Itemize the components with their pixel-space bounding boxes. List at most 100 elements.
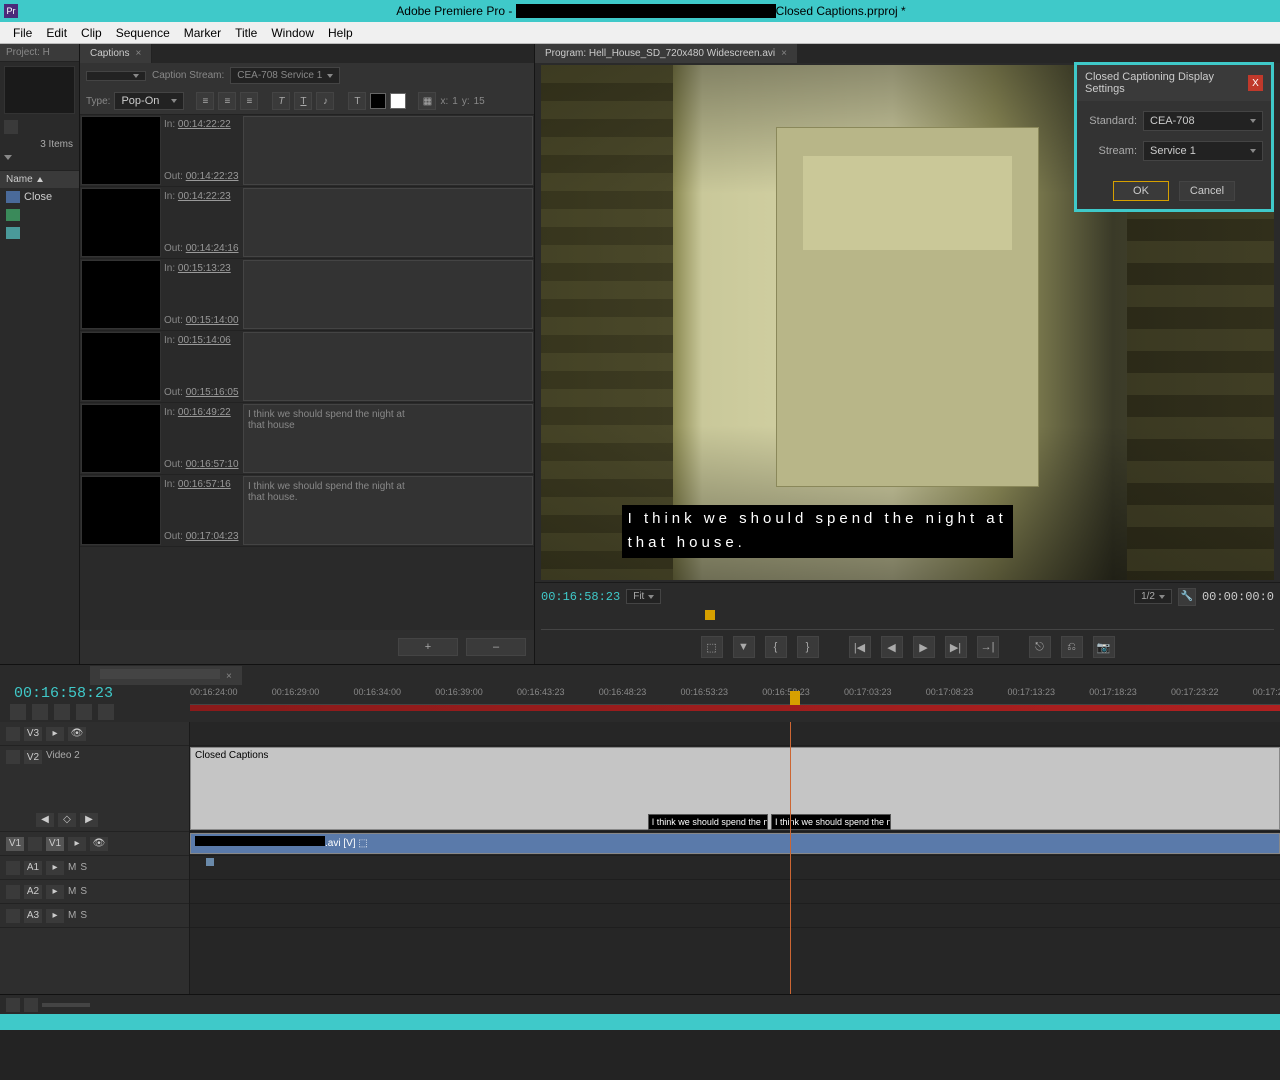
zoom-fit-select[interactable]: Fit [626,589,661,604]
caption-row[interactable]: In: 00:16:49:22Out: 00:16:57:10I think w… [80,403,534,475]
project-item[interactable] [0,224,79,242]
snap-icon[interactable] [10,704,26,720]
zoom-slider[interactable] [42,1003,90,1007]
audio-marker[interactable] [206,858,214,866]
mark-in-button[interactable]: { [765,636,787,658]
out-timecode[interactable]: 00:15:16:05 [186,387,239,398]
marker-icon[interactable] [54,704,70,720]
lock-icon[interactable] [6,750,20,764]
standard-select[interactable]: CEA-708 [1143,111,1263,131]
play-icon[interactable]: ▶ [913,636,935,658]
go-to-in-icon[interactable]: |◀ [849,636,871,658]
caption-stream-select[interactable]: CEA-708 Service 1 [230,67,340,84]
align-center-icon[interactable]: ≡ [218,92,236,110]
bg-color-swatch[interactable] [370,93,386,109]
out-timecode[interactable]: 00:14:22:23 [186,171,239,182]
lock-icon[interactable] [6,909,20,923]
eye-icon[interactable]: 👁 [68,727,86,741]
toggle-icon[interactable]: ▸ [46,909,64,923]
video-clip[interactable]: .avi [V] ⬚ [190,833,1280,854]
lift-icon[interactable]: ⎋ [1029,636,1051,658]
toggle-icon[interactable]: ▸ [46,861,64,875]
eye-icon[interactable]: 👁 [90,837,108,851]
project-icon[interactable] [4,120,18,134]
add-caption-button[interactable]: + [398,638,458,656]
toggle-icon[interactable]: ▸ [46,727,64,741]
in-timecode[interactable]: 00:16:49:22 [178,407,231,418]
work-area-bar[interactable] [190,705,1280,711]
track-target[interactable]: A2 [24,885,42,899]
project-item[interactable] [0,206,79,224]
lock-icon[interactable] [28,837,42,851]
menu-marker[interactable]: Marker [177,26,228,40]
project-name-header[interactable]: Name [0,171,79,188]
mark-in-icon[interactable]: ⬚ [701,636,723,658]
prev-keyframe-icon[interactable]: ◀ [36,813,54,827]
stream-select[interactable]: Service 1 [1143,141,1263,161]
caption-row[interactable]: In: 00:15:13:23Out: 00:15:14:00 [80,259,534,331]
a1-header[interactable]: A1▸MS [0,856,189,880]
track-target[interactable]: V3 [24,727,42,741]
playhead-icon[interactable] [790,691,800,705]
timeline-tracks[interactable]: Closed Captions I think we should spend … [190,722,1280,994]
align-left-icon[interactable]: ≡ [196,92,214,110]
project-item[interactable]: Close [0,188,79,206]
step-forward-icon[interactable]: ▶| [945,636,967,658]
toggle-icon[interactable]: ▸ [46,885,64,899]
icon-view-icon[interactable] [24,998,38,1012]
music-icon[interactable]: ♪ [316,92,334,110]
v3-header[interactable]: V3 ▸ 👁 [0,722,189,746]
playhead-icon[interactable] [705,610,715,620]
out-timecode[interactable]: 00:15:14:00 [186,315,239,326]
wrench-icon[interactable]: 🔧 [1178,588,1196,606]
chevron-down-icon[interactable] [4,155,12,160]
caption-type-select[interactable]: Pop-On [114,92,184,110]
align-right-icon[interactable]: ≡ [240,92,258,110]
in-timecode[interactable]: 00:14:22:23 [178,191,231,202]
caption-row[interactable]: In: 00:14:22:23Out: 00:14:24:16 [80,187,534,259]
ok-button[interactable]: OK [1113,181,1169,201]
settings-icon[interactable] [76,704,92,720]
text-color-swatch[interactable] [390,93,406,109]
lock-icon[interactable] [6,861,20,875]
add-marker-icon[interactable]: ▼ [733,636,755,658]
caption-row[interactable]: In: 00:15:14:06Out: 00:15:16:05 [80,331,534,403]
caption-text-field[interactable]: I think we should spend the night atthat… [243,476,533,545]
a2-header[interactable]: A2▸MS [0,880,189,904]
program-tab[interactable]: Program: Hell_House_SD_720x480 Widescree… [535,44,797,63]
track-target[interactable]: V2 [24,750,42,764]
menu-file[interactable]: File [6,26,39,40]
italic-icon[interactable]: T [272,92,290,110]
track-target[interactable]: A3 [24,909,42,923]
in-timecode[interactable]: 00:15:13:23 [178,263,231,274]
menu-edit[interactable]: Edit [39,26,74,40]
menu-clip[interactable]: Clip [74,26,109,40]
program-timecode[interactable]: 00:16:58:23 [541,590,620,604]
out-timecode[interactable]: 00:14:24:16 [186,243,239,254]
lock-icon[interactable] [6,727,20,741]
track-target[interactable]: A1 [24,861,42,875]
v2-header[interactable]: V2Video 2 ◀◇▶ [0,746,189,832]
in-timecode[interactable]: 00:15:14:06 [178,335,231,346]
menu-sequence[interactable]: Sequence [109,26,177,40]
delete-caption-button[interactable]: – [466,638,526,656]
step-back-icon[interactable]: ◀ [881,636,903,658]
playhead-line[interactable] [790,722,791,994]
close-icon[interactable]: × [135,48,141,59]
caption-text-field[interactable] [243,332,533,401]
v1-header[interactable]: V1V1▸👁 [0,832,189,856]
out-timecode[interactable]: 00:17:04:23 [186,531,239,542]
extract-icon[interactable]: ⎌ [1061,636,1083,658]
caption-block[interactable]: I think we should spend the n [648,814,768,830]
caption-text-field[interactable] [243,188,533,257]
caption-row[interactable]: In: 00:14:22:22Out: 00:14:22:23 [80,115,534,187]
add-keyframe-icon[interactable]: ◇ [58,813,76,827]
list-view-icon[interactable] [6,998,20,1012]
underline-icon[interactable]: T [294,92,312,110]
go-to-out-icon[interactable]: →| [977,636,999,658]
caption-navigator[interactable] [86,71,146,81]
caption-text-field[interactable] [243,260,533,329]
export-frame-icon[interactable]: 📷 [1093,636,1115,658]
timeline-tab[interactable]: × [90,666,242,685]
menu-help[interactable]: Help [321,26,360,40]
